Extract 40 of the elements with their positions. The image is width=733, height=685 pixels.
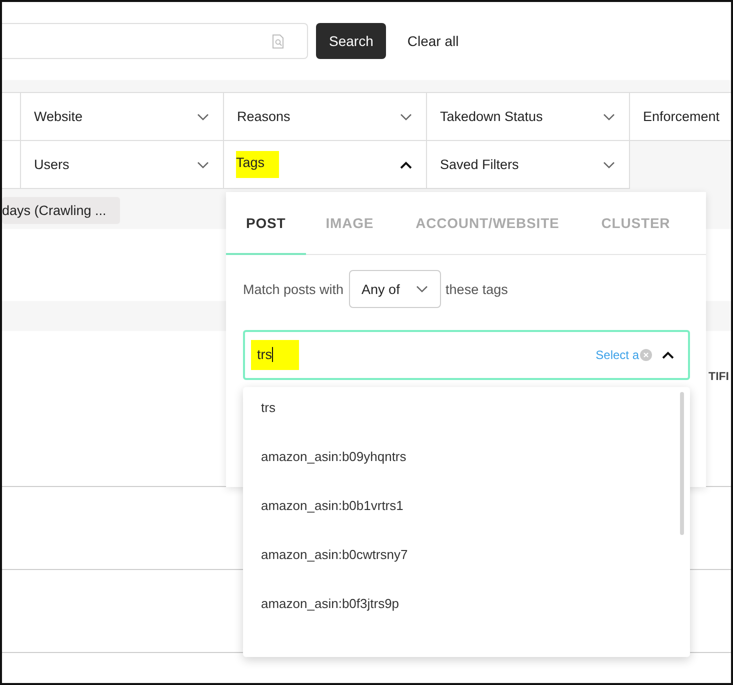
tag-option[interactable]: amazon_asin:b0f3jtrs9p bbox=[243, 579, 690, 628]
search-button[interactable]: Search bbox=[316, 23, 386, 59]
caret-up-icon bbox=[400, 160, 412, 168]
clear-all-link[interactable]: Clear all bbox=[407, 33, 459, 49]
chevron-down-icon bbox=[197, 112, 209, 120]
match-mode-select[interactable]: Any of bbox=[348, 270, 441, 308]
caret-up-icon bbox=[662, 351, 674, 359]
chevron-down-icon bbox=[603, 160, 615, 168]
filter-dropdown[interactable]: Takedown Status bbox=[426, 92, 630, 141]
filter-label: Website bbox=[34, 109, 83, 124]
match-label: these tags bbox=[446, 282, 508, 296]
search-icon bbox=[271, 34, 285, 48]
filter-label: Users bbox=[34, 157, 70, 172]
chevron-down-icon bbox=[416, 285, 428, 293]
tag-option[interactable]: trs bbox=[243, 387, 690, 432]
column-header: TIFI bbox=[708, 371, 729, 385]
clear-icon[interactable] bbox=[640, 349, 652, 361]
tag-option[interactable]: amazon_asin:b0cwtrsny7 bbox=[243, 530, 690, 579]
filter-dropdown[interactable]: Enforcement bbox=[629, 92, 731, 141]
filter-label: Tags bbox=[236, 151, 279, 178]
filter-dropdown[interactable]: Tags bbox=[223, 140, 427, 189]
filter-dropdown[interactable]: Saved Filters bbox=[426, 140, 630, 189]
filter-label: Saved Filters bbox=[440, 157, 519, 172]
tab[interactable]: POST bbox=[226, 192, 306, 255]
filter-dropdown[interactable]: Users bbox=[20, 140, 224, 189]
chevron-down-icon bbox=[603, 112, 615, 120]
chevron-down-icon bbox=[400, 112, 412, 120]
filter-dropdown[interactable]: Website bbox=[20, 92, 224, 141]
filter-label: Takedown Status bbox=[440, 109, 543, 124]
match-label: Match posts with bbox=[243, 282, 344, 296]
tag-search-field[interactable]: trs Select a bbox=[243, 330, 690, 380]
chevron-down-icon bbox=[197, 160, 209, 168]
tag-option[interactable]: amazon_asin:b0b1vrtrs1 bbox=[243, 481, 690, 530]
filter-label: Reasons bbox=[237, 109, 290, 124]
scrollbar[interactable] bbox=[680, 392, 684, 535]
filter-dropdown[interactable]: Reasons bbox=[223, 92, 427, 141]
tag-option[interactable]: amazon_asin:b09yhqntrs bbox=[243, 432, 690, 481]
filter-chip[interactable]: days (Crawling ... bbox=[2, 197, 120, 224]
search-field[interactable] bbox=[2, 23, 308, 59]
filter-label: Enforcement bbox=[643, 109, 720, 124]
